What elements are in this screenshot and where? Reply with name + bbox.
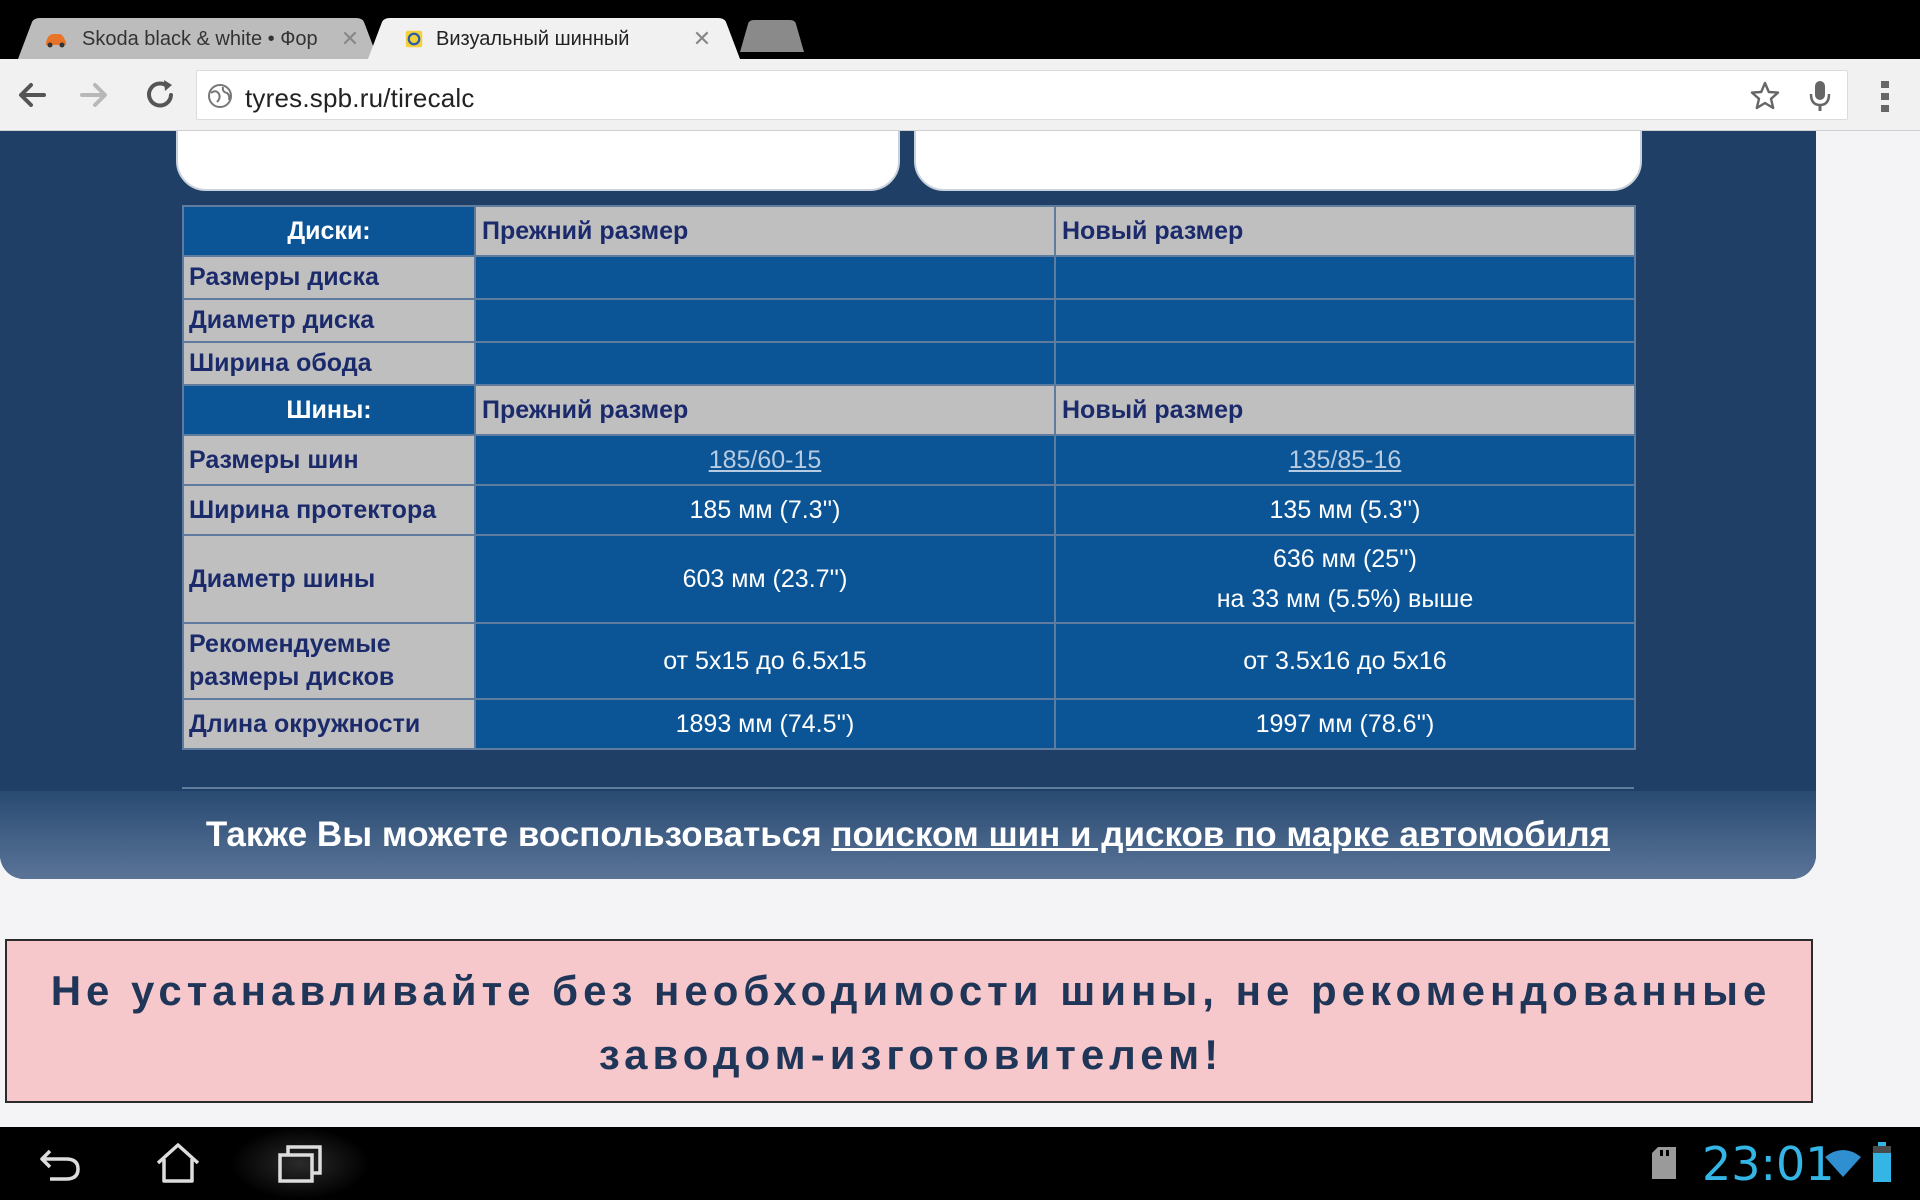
old-size-header: Прежний размер bbox=[474, 384, 1056, 436]
search-promo-prefix: Также Вы можете воспользоваться bbox=[205, 815, 832, 854]
close-tab-icon[interactable]: ✕ bbox=[338, 26, 362, 52]
comparison-table: Диски: Прежний размер Новый размер Разме… bbox=[182, 205, 1636, 750]
new-value: от 3.5x16 до 5x16 bbox=[1054, 622, 1636, 700]
back-nav-icon[interactable] bbox=[36, 1141, 84, 1185]
battery-icon bbox=[1873, 1142, 1891, 1182]
row-label-line: размеры дисков bbox=[189, 663, 395, 691]
new-value: 1997 мм (78.6'') bbox=[1054, 698, 1636, 750]
menu-icon[interactable] bbox=[1875, 77, 1895, 117]
close-tab-icon[interactable]: ✕ bbox=[690, 26, 714, 52]
table-row: Диаметр диска bbox=[182, 298, 1636, 343]
old-tire-size-link[interactable]: 185/60-15 bbox=[709, 446, 822, 474]
new-tire-size-link[interactable]: 135/85-16 bbox=[1289, 446, 1402, 474]
old-size-header: Прежний размер bbox=[474, 205, 1056, 257]
row-label: Ширина протектора bbox=[182, 484, 476, 536]
wifi-icon bbox=[1825, 1150, 1861, 1177]
search-promo-bar: Также Вы можете воспользоваться поиском … bbox=[0, 791, 1816, 879]
row-label: Диаметр диска bbox=[182, 298, 476, 343]
system-navigation-bar: 23:01 bbox=[0, 1127, 1920, 1200]
new-value bbox=[1054, 298, 1636, 343]
old-value bbox=[474, 298, 1056, 343]
new-value bbox=[1054, 341, 1636, 386]
row-label: Ширина обода bbox=[182, 341, 476, 386]
new-tab-button[interactable] bbox=[740, 20, 804, 52]
tab-title: Визуальный шинный bbox=[436, 28, 630, 50]
new-value: 135 мм (5.3'') bbox=[1054, 484, 1636, 536]
row-label-line: Рекомендуемые bbox=[189, 630, 391, 658]
browser-toolbar: tyres.spb.ru/tirecalc bbox=[0, 59, 1920, 131]
table-row: Ширина протектора 185 мм (7.3'') 135 мм … bbox=[182, 484, 1636, 536]
row-label: Размеры шин bbox=[182, 434, 476, 486]
tab-skoda[interactable]: Skoda black & white • Фор ✕ bbox=[18, 18, 378, 59]
home-icon[interactable] bbox=[154, 1141, 202, 1185]
recent-apps-icon[interactable] bbox=[276, 1141, 324, 1185]
globe-icon bbox=[208, 84, 232, 108]
clock: 23:01 bbox=[1702, 1137, 1835, 1191]
old-value: 603 мм (23.7'') bbox=[474, 534, 1056, 624]
new-value bbox=[1054, 255, 1636, 300]
reload-icon[interactable] bbox=[140, 75, 180, 115]
old-value bbox=[474, 255, 1056, 300]
url-text: tyres.spb.ru/tirecalc bbox=[245, 83, 475, 113]
search-by-car-link[interactable]: поиском шин и дисков по марке автомобиля bbox=[831, 815, 1610, 854]
warning-line: заводом-изготовителем! bbox=[598, 1031, 1224, 1078]
tire-favicon-icon bbox=[405, 30, 423, 48]
warning-box: Не устанавливайте без необходимости шины… bbox=[5, 939, 1813, 1103]
new-size-header: Новый размер bbox=[1054, 384, 1636, 436]
row-label: Размеры диска bbox=[182, 255, 476, 300]
tires-header-row: Шины: Прежний размер Новый размер bbox=[182, 384, 1636, 436]
search-promo-text: Также Вы можете воспользоваться поиском … bbox=[0, 815, 1816, 855]
table-row: Ширина обода bbox=[182, 341, 1636, 386]
tab-tirecalc[interactable]: Визуальный шинный ✕ bbox=[368, 18, 740, 59]
warning-line: Не устанавливайте без необходимости шины… bbox=[50, 967, 1772, 1014]
page-content: Диски: Прежний размер Новый размер Разме… bbox=[0, 131, 1920, 1127]
row-label: Рекомендуемые размеры дисков bbox=[182, 622, 476, 700]
old-tire-size-cell: 185/60-15 bbox=[474, 434, 1056, 486]
calculator-panel: Диски: Прежний размер Новый размер Разме… bbox=[0, 131, 1816, 879]
discs-header-row: Диски: Прежний размер Новый размер bbox=[182, 205, 1636, 257]
back-icon[interactable] bbox=[12, 75, 52, 115]
warning-text: Не устанавливайте без необходимости шины… bbox=[7, 959, 1815, 1087]
old-tire-card bbox=[176, 131, 900, 191]
row-label: Длина окружности bbox=[182, 698, 476, 750]
old-value bbox=[474, 341, 1056, 386]
old-value: 1893 мм (74.5'') bbox=[474, 698, 1056, 750]
new-tire-card bbox=[914, 131, 1642, 191]
new-tire-size-cell: 135/85-16 bbox=[1054, 434, 1636, 486]
diameter-difference: на 33 мм (5.5%) выше bbox=[1216, 585, 1474, 613]
table-row: Длина окружности 1893 мм (74.5'') 1997 м… bbox=[182, 698, 1636, 750]
row-label: Диаметр шины bbox=[182, 534, 476, 624]
old-value: 185 мм (7.3'') bbox=[474, 484, 1056, 536]
table-row: Размеры диска bbox=[182, 255, 1636, 300]
table-row: Рекомендуемые размеры дисков от 5x15 до … bbox=[182, 622, 1636, 700]
address-bar[interactable]: tyres.spb.ru/tirecalc bbox=[196, 70, 1848, 120]
table-row: Диаметр шины 603 мм (23.7'') 636 мм (25'… bbox=[182, 534, 1636, 624]
discs-header: Диски: bbox=[182, 205, 476, 257]
new-size-header: Новый размер bbox=[1054, 205, 1636, 257]
old-value: от 5x15 до 6.5x15 bbox=[474, 622, 1056, 700]
car-favicon-icon bbox=[46, 34, 66, 48]
tab-strip: Skoda black & white • Фор ✕ Визуальный ш… bbox=[0, 0, 1920, 59]
bookmark-star-icon[interactable] bbox=[1749, 80, 1781, 112]
forward-icon[interactable] bbox=[74, 75, 114, 115]
tires-header: Шины: bbox=[182, 384, 476, 436]
microphone-icon[interactable] bbox=[1805, 79, 1835, 113]
tab-title: Skoda black & white • Фор bbox=[82, 28, 318, 50]
table-row: Размеры шин 185/60-15 135/85-16 bbox=[182, 434, 1636, 486]
sd-card-icon bbox=[1652, 1147, 1676, 1179]
new-diameter: 636 мм (25'') bbox=[1273, 545, 1417, 573]
new-value: 636 мм (25'') на 33 мм (5.5%) выше bbox=[1054, 534, 1636, 624]
